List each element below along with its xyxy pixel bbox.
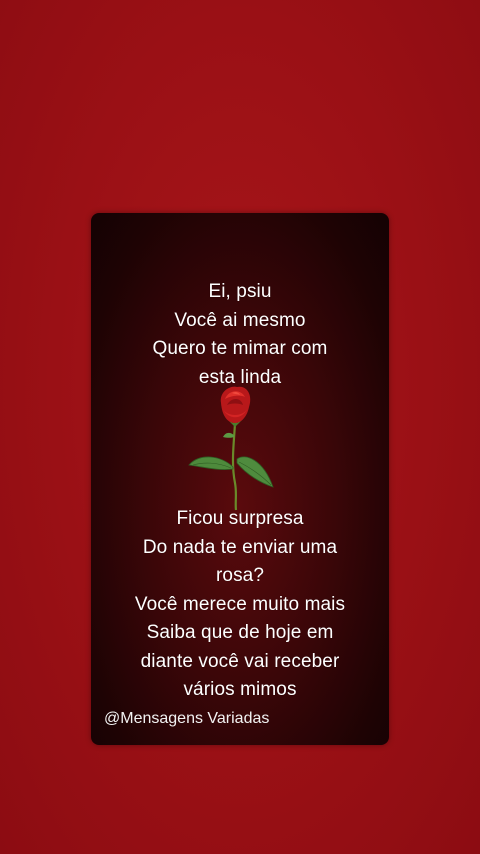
message-line: Ei, psiu <box>208 281 272 302</box>
rose-icon <box>188 386 274 511</box>
message-bottom: Ficou surpresa Do nada te enviar uma ros… <box>91 505 389 705</box>
message-line: Quero te mimar com <box>152 338 328 359</box>
message-line: Você merece muito mais <box>134 593 346 615</box>
message-line: vários mimos <box>183 679 297 700</box>
message-card: Ei, psiu Você ai mesmo Quero te mimar co… <box>91 213 389 745</box>
message-line: Você ai mesmo <box>174 309 306 331</box>
message-line: rosa? <box>215 565 265 586</box>
message-top: Ei, psiu Você ai mesmo Quero te mimar co… <box>91 278 389 392</box>
watermark-handle: @Mensagens Variadas <box>104 710 270 727</box>
message-line: Saiba que de hoje em <box>146 622 334 643</box>
message-line: diante você vai receber <box>140 650 340 672</box>
message-line: Ficou surpresa <box>176 508 304 529</box>
message-line: Do nada te enviar uma <box>142 536 338 558</box>
